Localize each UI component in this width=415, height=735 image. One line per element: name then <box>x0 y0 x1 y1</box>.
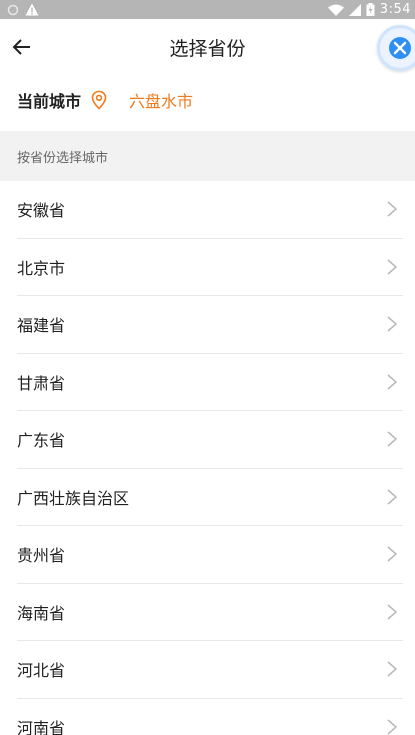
current-city-value[interactable]: 六盘水市 <box>129 88 193 112</box>
province-item[interactable]: 贵州省 <box>17 526 403 584</box>
province-label: 北京市 <box>17 258 66 278</box>
section-label: 按省份选择城市 <box>17 150 109 166</box>
location-pin-icon <box>91 90 107 110</box>
province-label: 广西壮族自治区 <box>17 488 130 508</box>
assistant-icon <box>389 37 411 59</box>
province-label: 贵州省 <box>17 546 66 566</box>
signal-icon <box>348 3 361 16</box>
province-item[interactable]: 北京市 <box>17 239 403 296</box>
current-city-row: 当前城市 六盘水市 <box>0 75 415 125</box>
province-item[interactable]: 安徽省 <box>17 181 403 239</box>
province-item[interactable]: 广东省 <box>17 411 403 469</box>
header: 选择省份 <box>0 19 415 75</box>
province-item[interactable]: 海南省 <box>17 584 403 641</box>
chevron-right-icon <box>387 489 398 505</box>
province-label: 广东省 <box>17 431 66 451</box>
province-list: 安徽省 北京市 福建省 甘肃省 广东省 广西壮族自治区 贵州省 海南省 河北省 … <box>0 181 415 735</box>
chevron-right-icon <box>387 719 398 735</box>
sync-icon <box>7 4 19 15</box>
province-label: 安徽省 <box>17 201 66 221</box>
chevron-right-icon <box>387 546 398 562</box>
province-label: 海南省 <box>17 603 66 623</box>
province-item[interactable]: 河北省 <box>17 641 403 699</box>
chevron-right-icon <box>387 201 398 217</box>
chevron-right-icon <box>387 661 398 677</box>
status-bar: 3:54 <box>0 0 415 19</box>
chevron-right-icon <box>387 259 398 275</box>
wifi-icon <box>327 4 344 16</box>
chevron-right-icon <box>387 316 398 332</box>
page-title: 选择省份 <box>169 37 246 60</box>
province-label: 甘肃省 <box>17 373 66 393</box>
chevron-right-icon <box>387 431 398 447</box>
province-label: 河北省 <box>17 661 66 681</box>
province-item[interactable]: 甘肃省 <box>17 354 403 411</box>
status-time: 3:54 <box>379 2 411 17</box>
battery-icon <box>366 3 375 16</box>
floating-assistant-button[interactable] <box>377 25 415 71</box>
province-item[interactable]: 河南省 <box>17 699 403 735</box>
province-label: 福建省 <box>17 316 66 336</box>
chevron-right-icon <box>387 604 398 620</box>
warning-icon <box>25 3 39 16</box>
back-arrow-icon[interactable] <box>10 35 34 59</box>
chevron-right-icon <box>387 374 398 390</box>
province-label: 河南省 <box>17 718 66 735</box>
current-city-label: 当前城市 <box>17 92 82 111</box>
province-item[interactable]: 福建省 <box>17 296 403 354</box>
section-header: 按省份选择城市 <box>0 131 415 181</box>
province-item[interactable]: 广西壮族自治区 <box>17 469 403 526</box>
